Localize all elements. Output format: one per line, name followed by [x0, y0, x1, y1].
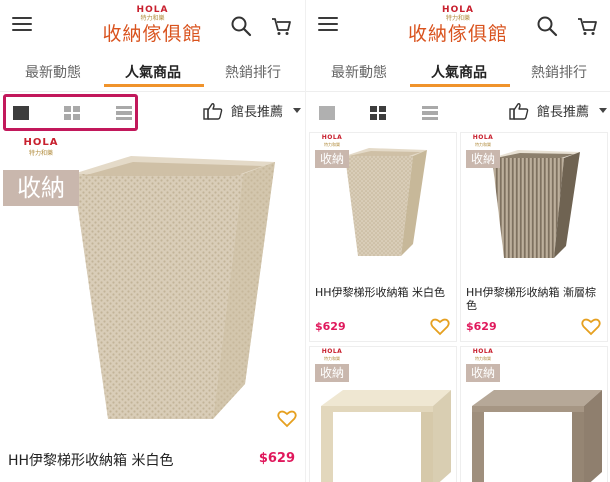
grid-view-icon[interactable]	[64, 106, 80, 120]
search-icon[interactable]	[536, 15, 558, 37]
grid-view-icon[interactable]	[370, 106, 386, 120]
tab-popular[interactable]: 人氣商品	[108, 62, 198, 82]
tab-bestseller[interactable]: 熱銷排行	[208, 62, 298, 82]
product-card[interactable]: HOLA 特力和樂 收納	[313, 348, 453, 482]
product-card[interactable]: HOLA 特力和樂 收納 HH伊黎梯形收納箱 米白色 $629	[313, 134, 453, 340]
brand-badge: HOLA 特力和樂 收納	[466, 134, 500, 168]
logo-sub: 特力和樂	[140, 15, 165, 22]
cart-icon[interactable]	[576, 15, 598, 37]
logo-name: 收納傢俱館	[102, 23, 203, 45]
product-title[interactable]: HH伊黎梯形收納箱 米白色	[8, 450, 174, 470]
view-toolbar: 館長推薦	[0, 92, 305, 132]
badge-brand: HOLA	[472, 348, 494, 355]
active-tab-indicator	[104, 84, 204, 87]
screen-single-view: HOLA 特力和樂 收納傢俱館 最新動態 人氣商品 熱銷排行 館長推薦 HOLA…	[0, 0, 305, 482]
view-toolbar: 館長推薦	[306, 92, 610, 132]
badge-brand: HOLA	[23, 137, 59, 148]
single-view-icon[interactable]	[319, 106, 335, 120]
store-logo[interactable]: HOLA 特力和樂 收納傢俱館	[0, 6, 305, 46]
tab-bar: 最新動態 人氣商品 熱銷排行	[306, 56, 610, 92]
thumbs-up-icon	[203, 102, 223, 120]
sort-dropdown[interactable]: 館長推薦	[509, 101, 608, 120]
active-tab-indicator	[410, 84, 510, 87]
product-price: $629	[315, 320, 346, 333]
badge-sub: 特力和樂	[475, 142, 491, 147]
product-price: $629	[466, 320, 497, 333]
category-badge: 收納	[3, 170, 79, 206]
logo-name: 收納傢俱館	[407, 23, 508, 45]
brand-badge: HOLA 特力和樂 收納	[466, 348, 500, 382]
logo-brand: HOLA	[136, 5, 169, 15]
product-card[interactable]: HOLA 特力和樂 收納	[3, 134, 303, 482]
badge-sub: 特力和樂	[475, 356, 491, 361]
thumbs-up-icon	[509, 102, 529, 120]
badge-brand: HOLA	[321, 348, 343, 355]
badge-sub: 特力和樂	[324, 142, 340, 147]
category-badge: 收納	[466, 150, 500, 168]
category-badge: 收納	[466, 364, 500, 382]
favorite-heart-icon[interactable]	[430, 318, 450, 336]
chevron-down-icon	[293, 108, 302, 113]
badge-brand: HOLA	[472, 134, 494, 141]
tab-latest[interactable]: 最新動態	[314, 62, 404, 82]
badge-sub: 特力和樂	[28, 150, 53, 157]
tab-bar: 最新動態 人氣商品 熱銷排行	[0, 56, 305, 92]
product-price: $629	[258, 451, 295, 466]
chevron-down-icon	[599, 108, 608, 113]
brand-badge: HOLA 特力和樂 收納	[3, 134, 79, 206]
list-view-icon[interactable]	[422, 106, 438, 120]
category-badge: 收納	[315, 150, 349, 168]
app-header: HOLA 特力和樂 收納傢俱館	[0, 0, 305, 56]
cart-icon[interactable]	[270, 15, 292, 37]
sort-label: 館長推薦	[537, 105, 590, 120]
search-icon[interactable]	[230, 15, 252, 37]
product-card[interactable]: HOLA 特力和樂 收納 HH伊黎梯形收納箱 漸層棕色 $629	[464, 134, 604, 340]
brand-badge: HOLA 特力和樂 收納	[315, 134, 349, 168]
badge-sub: 特力和樂	[324, 356, 340, 361]
store-logo[interactable]: HOLA 特力和樂 收納傢俱館	[306, 6, 610, 46]
brand-badge: HOLA 特力和樂 收納	[315, 348, 349, 382]
tab-popular[interactable]: 人氣商品	[414, 62, 504, 82]
tab-bestseller[interactable]: 熱銷排行	[514, 62, 604, 82]
product-card[interactable]: HOLA 特力和樂 收納	[464, 348, 604, 482]
single-view-icon[interactable]	[13, 106, 29, 120]
logo-sub: 特力和樂	[445, 15, 470, 22]
badge-brand: HOLA	[321, 134, 343, 141]
product-title[interactable]: HH伊黎梯形收納箱 米白色	[315, 286, 453, 299]
list-view-icon[interactable]	[116, 106, 132, 120]
tab-latest[interactable]: 最新動態	[8, 62, 98, 82]
category-badge: 收納	[315, 364, 349, 382]
favorite-heart-icon[interactable]	[581, 318, 601, 336]
app-header: HOLA 特力和樂 收納傢俱館	[306, 0, 610, 56]
screen-grid-view: HOLA 特力和樂 收納傢俱館 最新動態 人氣商品 熱銷排行 館長推薦 HOLA…	[305, 0, 610, 482]
sort-label: 館長推薦	[231, 105, 284, 120]
favorite-heart-icon[interactable]	[277, 410, 297, 428]
sort-dropdown[interactable]: 館長推薦	[203, 101, 302, 120]
product-title[interactable]: HH伊黎梯形收納箱 漸層棕色	[466, 286, 604, 312]
logo-brand: HOLA	[442, 5, 474, 15]
